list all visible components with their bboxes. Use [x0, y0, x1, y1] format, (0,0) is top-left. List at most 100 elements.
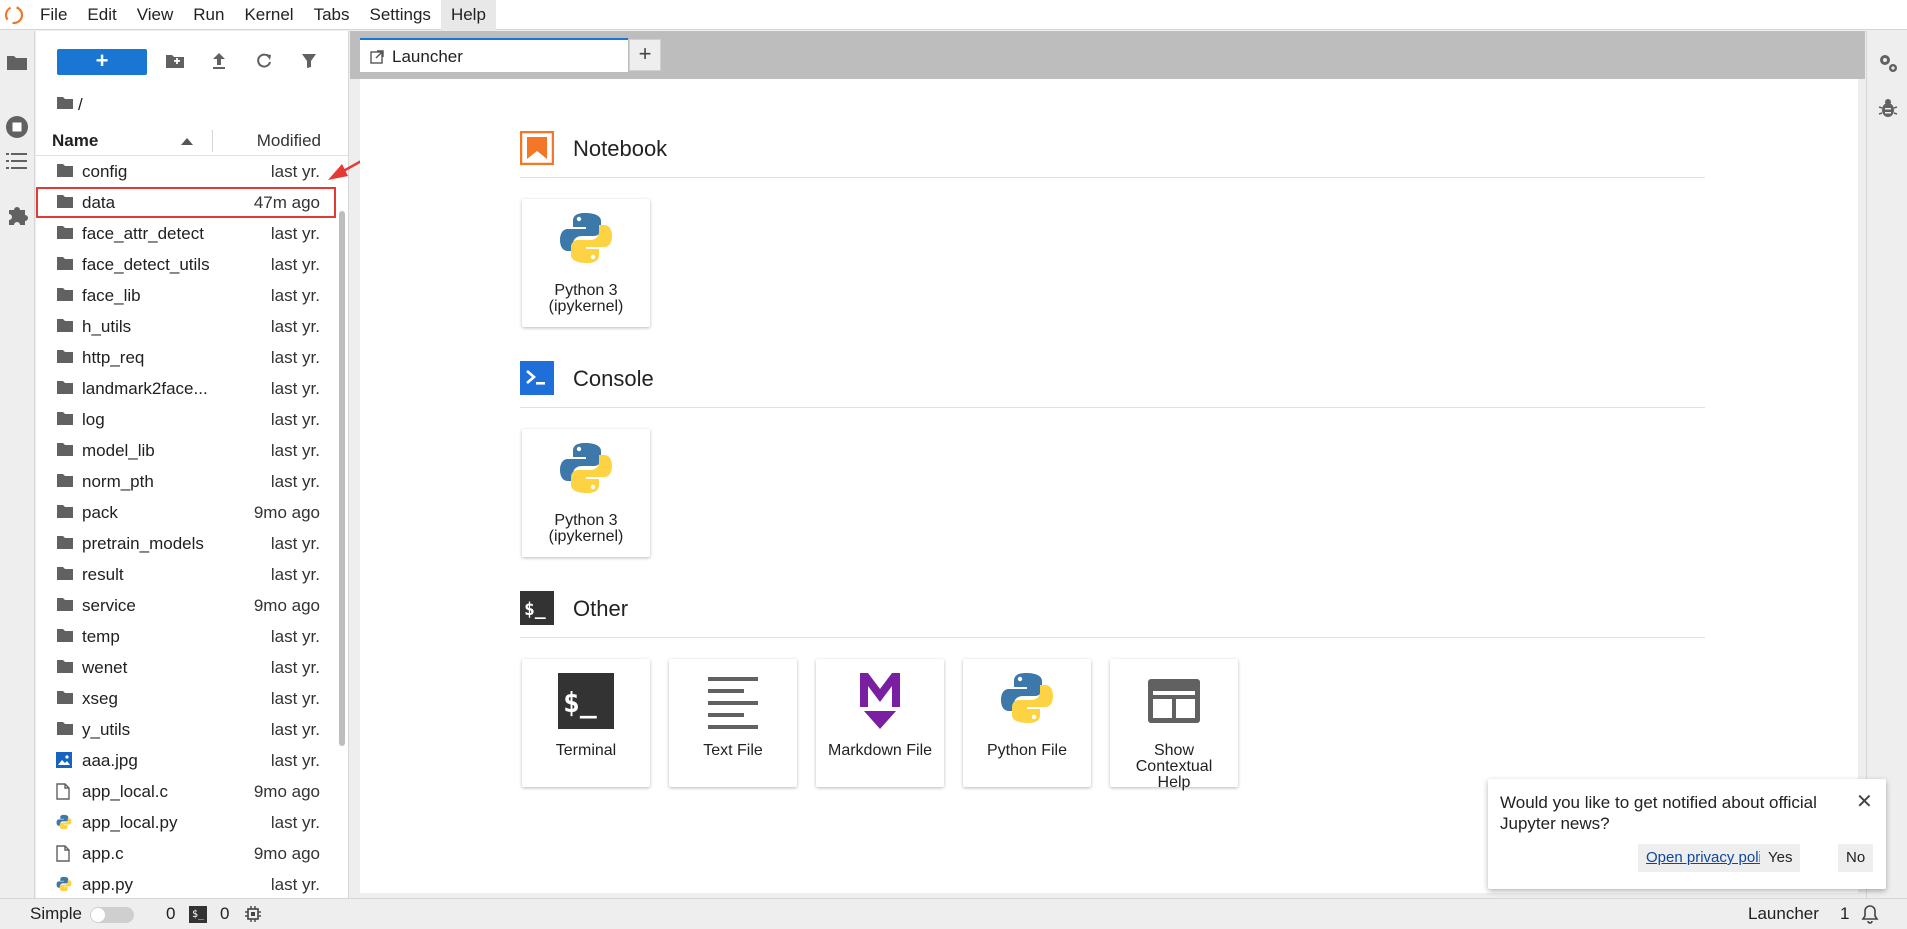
column-name-header[interactable]: Name [52, 131, 98, 151]
contextual-help-icon [1146, 673, 1202, 729]
file-row-xseg[interactable]: xseg last yr. [36, 683, 336, 714]
new-folder-icon[interactable] [164, 50, 186, 72]
file-modified: 9mo ago [253, 782, 320, 801]
simple-mode-toggle[interactable] [90, 907, 134, 923]
menu-file[interactable]: File [30, 0, 77, 30]
property-inspector-gears-icon[interactable] [1876, 51, 1900, 75]
notebook-divider [520, 177, 1705, 178]
file-list-scrollbar[interactable] [336, 156, 348, 926]
file-name: landmark2face... [82, 379, 208, 398]
toast-no-button[interactable]: No [1838, 844, 1874, 872]
file-row-data[interactable]: data 47m ago [36, 187, 336, 218]
menu-run[interactable]: Run [183, 0, 234, 30]
file-name: face_attr_detect [82, 224, 204, 243]
file-row-temp[interactable]: temp last yr. [36, 621, 336, 652]
file-name: norm_pth [82, 472, 154, 491]
folder-icon [56, 256, 74, 272]
file-name: h_utils [82, 317, 132, 336]
file-row-landmark2face[interactable]: landmark2face... last yr. [36, 373, 336, 404]
notification-count[interactable]: 1 [1840, 904, 1849, 924]
running-sessions-icon[interactable] [4, 114, 30, 140]
file-row-face-attr-detect[interactable]: face_attr_detect last yr. [36, 218, 336, 249]
svg-text:$_: $_ [563, 686, 597, 719]
file-name: face_detect_utils [82, 255, 210, 274]
terminal-count[interactable]: 0 [220, 904, 229, 924]
file-name: wenet [82, 658, 128, 677]
column-modified-header[interactable]: Modified [257, 131, 321, 151]
file-row-log[interactable]: log last yr. [36, 404, 336, 435]
text-file-card[interactable]: Text File [669, 659, 797, 787]
file-row-app-local-py[interactable]: app_local.py last yr. [36, 807, 336, 838]
file-row-y-utils[interactable]: y_utils last yr. [36, 714, 336, 745]
menu-bar: File Edit View Run Kernel Tabs Settings … [0, 0, 1907, 30]
file-name: face_lib [82, 286, 141, 305]
file-modified: last yr. [270, 162, 320, 181]
file-row-app-local-c[interactable]: app_local.c 9mo ago [36, 776, 336, 807]
folder-icon [56, 163, 74, 179]
menu-kernel[interactable]: Kernel [234, 0, 303, 30]
upload-icon[interactable] [208, 50, 230, 72]
file-row-wenet[interactable]: wenet last yr. [36, 652, 336, 683]
tab-launcher[interactable]: Launcher [360, 38, 628, 72]
terminal-card[interactable]: $_ Terminal [522, 659, 650, 787]
file-row-face-lib[interactable]: face_lib last yr. [36, 280, 336, 311]
file-modified: last yr. [270, 813, 320, 832]
file-modified: last yr. [270, 751, 320, 770]
status-bar: Simple 0 $_ 0 Launcher 1 [0, 898, 1907, 928]
folder-icon[interactable] [4, 49, 30, 75]
file-row-aaa-jpg[interactable]: aaa.jpg last yr. [36, 745, 336, 776]
file-row-face-detect-utils[interactable]: face_detect_utils last yr. [36, 249, 336, 280]
filter-icon[interactable] [298, 50, 320, 72]
scrollbar-thumb[interactable] [339, 211, 345, 746]
breadcrumb-root[interactable]: / [78, 95, 83, 115]
debugger-bug-icon[interactable] [1876, 96, 1900, 120]
menu-edit[interactable]: Edit [77, 0, 126, 30]
console-icon [520, 361, 554, 395]
file-row-pack[interactable]: pack 9mo ago [36, 497, 336, 528]
file-row-h-utils[interactable]: h_utils last yr. [36, 311, 336, 342]
file-name: app.c [82, 844, 124, 863]
launcher-tab-icon [370, 49, 384, 69]
folder-icon [56, 721, 74, 737]
python-logo-icon [997, 668, 1057, 728]
markdown-file-card[interactable]: Markdown File [816, 659, 944, 787]
file-row-result[interactable]: result last yr. [36, 559, 336, 590]
add-tab-button[interactable]: + [629, 39, 661, 71]
table-of-contents-icon[interactable] [4, 148, 30, 174]
file-list-header: Name Modified [36, 126, 349, 156]
file-row-app-py[interactable]: app.py last yr. [36, 869, 336, 900]
extension-puzzle-icon[interactable] [4, 202, 30, 228]
tab-bar: Launcher + [350, 31, 1865, 79]
file-row-http-req[interactable]: http_req last yr. [36, 342, 336, 373]
file-row-model-lib[interactable]: model_lib last yr. [36, 435, 336, 466]
file-modified: last yr. [270, 255, 320, 274]
file-row-norm-pth[interactable]: norm_pth last yr. [36, 466, 336, 497]
simple-mode-label: Simple [30, 904, 82, 923]
file-row-service[interactable]: service 9mo ago [36, 590, 336, 621]
toast-yes-button[interactable]: Yes [1760, 844, 1801, 872]
breadcrumb-folder-icon[interactable] [56, 95, 78, 115]
toast-message: Would you like to get notified about off… [1500, 793, 1817, 833]
console-python3-card[interactable]: Python 3 (ipykernel) [522, 429, 650, 557]
notebook-python3-card[interactable]: Python 3 (ipykernel) [522, 199, 650, 327]
menu-help[interactable]: Help [440, 0, 496, 30]
folder-icon [56, 225, 74, 241]
new-launcher-button[interactable]: + [57, 49, 147, 75]
python-file-card[interactable]: Python File [963, 659, 1091, 787]
refresh-icon[interactable] [253, 50, 275, 72]
file-row-config[interactable]: config last yr. [36, 156, 336, 187]
console-section-title: Console [573, 366, 654, 391]
menu-settings[interactable]: Settings [360, 0, 441, 30]
file-name: config [82, 162, 128, 181]
file-row-app-c[interactable]: app.c 9mo ago [36, 838, 336, 869]
kernel-count[interactable]: 0 [166, 904, 175, 924]
file-icon [56, 783, 74, 800]
file-name: http_req [82, 348, 145, 367]
column-divider[interactable] [212, 130, 213, 152]
notification-bell-icon[interactable] [1860, 904, 1880, 929]
file-row-pretrain-models[interactable]: pretrain_models last yr. [36, 528, 336, 559]
menu-view[interactable]: View [127, 0, 184, 30]
menu-tabs[interactable]: Tabs [304, 0, 360, 30]
toast-close-icon[interactable]: ✕ [1856, 789, 1873, 814]
contextual-help-card[interactable]: Show Contextual Help [1110, 659, 1238, 791]
